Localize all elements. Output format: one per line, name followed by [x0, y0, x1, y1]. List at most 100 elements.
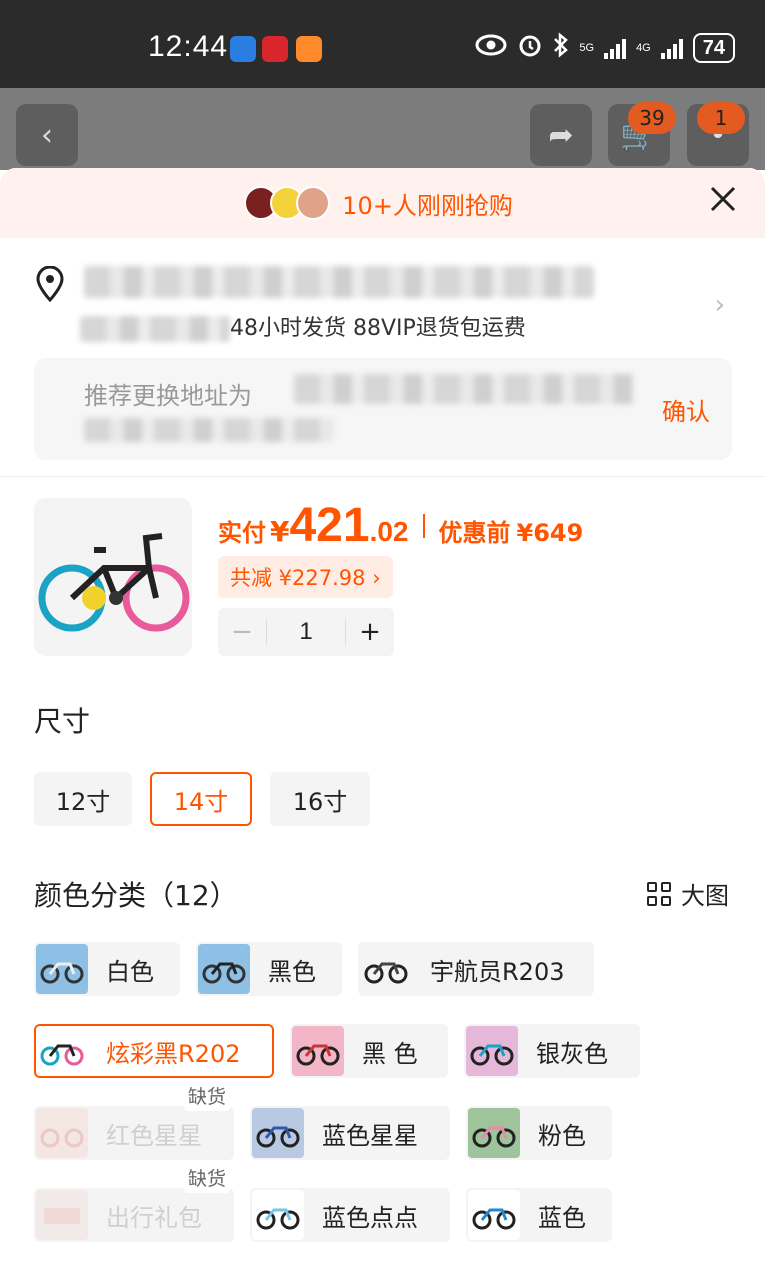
color-label: 出行礼包 — [106, 1203, 202, 1232]
color-option[interactable]: 黑色 — [196, 942, 342, 996]
signal-5g-label: 5G — [579, 42, 595, 54]
original-price-label: 优惠前 — [438, 519, 511, 547]
color-option-out-of-stock[interactable]: 缺货 出行礼包 — [34, 1162, 234, 1242]
color-label: 蓝色点点 — [322, 1203, 418, 1232]
color-section-title: 颜色分类（12） — [34, 879, 238, 912]
sku-selector-sheet: 10+人刚刚抢购 48小时发货 88VIP退货包运费 › 推荐更换地址为 确认 — [0, 168, 765, 1280]
recommended-address-box: 推荐更换地址为 确认 — [34, 358, 732, 460]
color-option[interactable]: 黑 色 — [290, 1024, 448, 1078]
color-option-selected[interactable]: 炫彩黑R202 — [34, 1024, 274, 1078]
app-notification-icon — [262, 36, 288, 62]
color-thumbnail — [252, 1108, 304, 1158]
color-thumbnail — [292, 1026, 344, 1076]
color-thumbnail — [252, 1190, 304, 1240]
big-image-label: 大图 — [681, 882, 729, 910]
original-price: ¥649 — [516, 519, 584, 547]
eye-icon — [475, 34, 507, 62]
size-section-title: 尺寸 — [34, 705, 91, 738]
recent-buyers-banner: 10+人刚刚抢购 — [0, 168, 765, 238]
avatar — [296, 186, 331, 220]
color-option-out-of-stock[interactable]: 缺货 红色星星 — [34, 1080, 234, 1160]
cart-button[interactable]: 🛒 39 — [608, 102, 676, 166]
price-decimal: .02 — [369, 516, 409, 547]
color-label: 黑色 — [268, 957, 316, 986]
message-count-badge: 1 — [697, 102, 745, 134]
color-row: 白色 黑色 宇航员R203 — [34, 942, 594, 996]
color-label: 宇航员R203 — [430, 957, 565, 986]
color-label: 黑 色 — [362, 1039, 418, 1068]
back-button[interactable]: ‹ — [16, 104, 78, 166]
color-thumbnail — [468, 1190, 520, 1240]
size-option[interactable]: 12寸 — [34, 772, 132, 826]
color-thumbnail — [36, 1190, 88, 1240]
color-option[interactable]: 蓝色星星 — [250, 1106, 450, 1160]
signal-bars-icon — [604, 37, 627, 59]
app-notification-icon — [296, 36, 322, 62]
color-option[interactable]: 蓝色 — [466, 1188, 612, 1242]
color-row: 缺货 红色星星 蓝色星星 粉色 — [34, 1080, 612, 1160]
chevron-right-icon: › — [714, 290, 725, 320]
color-label: 蓝色星星 — [322, 1121, 418, 1150]
decrease-quantity-button[interactable]: − — [218, 617, 266, 647]
size-option[interactable]: 16寸 — [270, 772, 370, 826]
delivery-address-section[interactable]: 48小时发货 88VIP退货包运费 › 推荐更换地址为 确认 — [0, 238, 765, 477]
chevron-left-icon: ‹ — [41, 117, 53, 153]
color-thumbnail — [36, 1026, 88, 1076]
more-button[interactable]: • 1 — [687, 102, 749, 166]
quantity-value[interactable]: 1 — [266, 618, 346, 645]
currency-symbol: ¥ — [270, 515, 290, 548]
battery-indicator: 74 — [692, 33, 735, 63]
product-summary: 实付 ¥ 421 .02 优惠前 ¥649 共减 ¥227.98 › − 1 + — [0, 498, 765, 668]
paid-label: 实付 — [218, 519, 266, 547]
color-label: 粉色 — [538, 1121, 586, 1150]
share-button[interactable]: ➦ — [530, 104, 592, 166]
size-options: 12寸 14寸 16寸 — [34, 772, 370, 826]
color-option[interactable]: 宇航员R203 — [358, 942, 594, 996]
color-option[interactable]: 粉色 — [466, 1106, 612, 1160]
divider — [422, 513, 425, 538]
color-option[interactable]: 银灰色 — [464, 1024, 640, 1078]
status-bar: 12:44 5G 4G 74 — [0, 0, 765, 88]
recent-buyers-text: 10+人刚刚抢购 — [342, 191, 513, 220]
color-thumbnail — [468, 1108, 520, 1158]
grid-view-icon — [647, 881, 671, 906]
signal-4g-label: 4G — [636, 42, 651, 54]
color-label: 红色星星 — [106, 1121, 202, 1150]
location-pin-icon — [34, 265, 66, 306]
color-thumbnail — [360, 944, 412, 994]
close-icon — [710, 186, 736, 212]
color-thumbnail — [36, 944, 88, 994]
alarm-icon — [517, 32, 543, 64]
color-label: 炫彩黑R202 — [106, 1039, 241, 1068]
share-icon: ➦ — [548, 117, 574, 153]
product-thumbnail[interactable] — [34, 498, 192, 656]
color-option[interactable]: 白色 — [34, 942, 180, 996]
address-line-blurred — [84, 266, 594, 298]
app-notification-icon — [230, 36, 256, 62]
signal-bars-icon — [660, 37, 683, 59]
page-backdrop: ‹ ➦ 🛒 39 • 1 — [0, 88, 765, 170]
status-time: 12:44 — [148, 30, 229, 63]
color-thumbnail — [36, 1108, 88, 1158]
color-thumbnail — [198, 944, 250, 994]
out-of-stock-badge: 缺货 — [183, 1080, 230, 1111]
big-image-toggle[interactable]: 大图 — [647, 876, 729, 911]
color-thumbnail — [466, 1026, 518, 1076]
cart-count-badge: 39 — [628, 102, 676, 134]
buyer-avatars — [244, 186, 331, 220]
shipping-info-text: 48小时发货 88VIP退货包运费 — [230, 316, 526, 341]
address-line-blurred — [84, 418, 334, 442]
color-option[interactable]: 蓝色点点 — [250, 1188, 450, 1242]
size-option-selected[interactable]: 14寸 — [150, 772, 252, 826]
quantity-stepper: − 1 + — [218, 608, 394, 656]
recommend-address-label: 推荐更换地址为 — [84, 382, 252, 410]
discount-detail-button[interactable]: 共减 ¥227.98 › — [218, 556, 393, 598]
confirm-address-button[interactable]: 确认 — [662, 392, 710, 427]
out-of-stock-badge: 缺货 — [183, 1162, 230, 1193]
close-button[interactable] — [709, 182, 737, 222]
color-label: 蓝色 — [538, 1203, 586, 1232]
color-label: 银灰色 — [536, 1039, 608, 1068]
price-line: 实付 ¥ 421 .02 优惠前 ¥649 — [218, 498, 583, 553]
increase-quantity-button[interactable]: + — [346, 617, 394, 647]
address-line-blurred — [294, 374, 634, 404]
